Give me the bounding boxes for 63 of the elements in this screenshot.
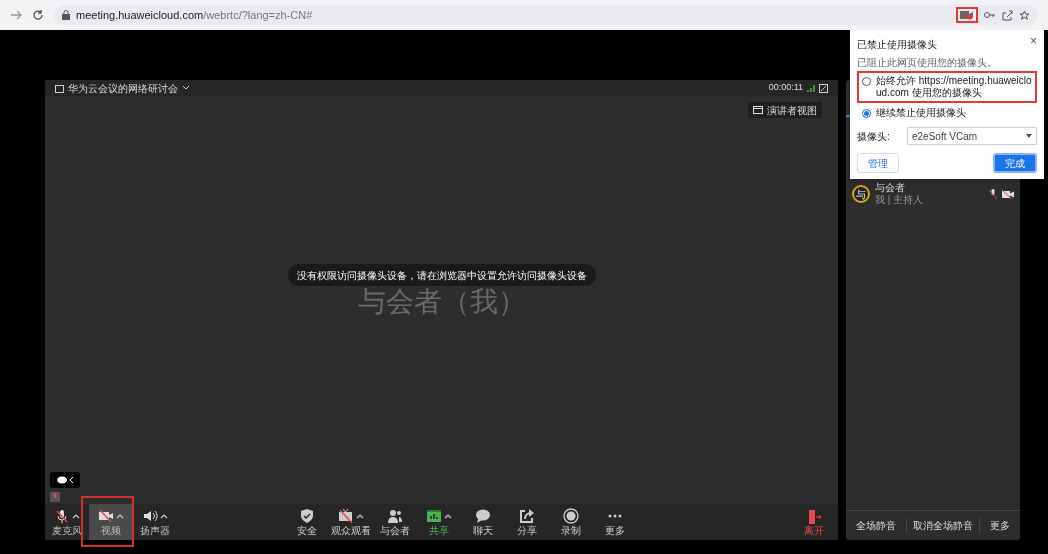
fullscreen-icon[interactable] [819,83,828,93]
address-bar[interactable]: meeting.huaweicloud.com/webrtc/?lang=zh-CN# [54,5,1038,25]
meeting-timer: 00:00:11 [768,81,803,95]
permission-toast: 没有权限访问摄像头设备，请在浏览器中设置允许访问摄像头设备 [287,264,596,286]
toolbar-button[interactable]: 与会者 [373,504,417,540]
radio-label: 始终允许 https://meeting.huaweicloud.com 使用您的摄像头 [876,75,1032,99]
toolbar-button[interactable]: 观众观看 [329,504,373,540]
highlight-frame [81,496,134,547]
radio-label: 继续禁止使用摄像头 [876,107,966,119]
leave-button[interactable]: 离开 [792,504,836,540]
speaker-icon [142,508,158,524]
camera-blocked-icon[interactable] [960,10,974,20]
dialog-button[interactable]: 完成 [993,153,1037,173]
reload-icon[interactable] [32,9,44,21]
meeting-title[interactable]: 华为云会议的网络研讨会 [68,80,178,96]
toolbar-button[interactable]: 更多 [593,504,637,540]
radio-button[interactable] [862,109,871,118]
panel-button[interactable]: 更多 [980,518,1020,533]
panel-button[interactable]: 取消全场静音 [906,518,980,533]
signal-icon [807,84,815,92]
muted-mic-icon[interactable] [989,189,997,199]
participant-name: 与会者 [875,182,906,194]
layout-icon [753,106,763,114]
toolbar-button[interactable]: 视频 [89,504,133,540]
camera-label: 摄像头: [857,129,891,144]
close-button[interactable]: × [1030,35,1037,47]
toolbar-button[interactable]: 录制 [549,504,593,540]
dropdown-arrow-icon [1026,134,1032,138]
back-arrow-icon[interactable] [10,9,22,21]
toolbar-button[interactable]: 安全 [285,504,329,540]
caret-icon[interactable] [356,513,364,519]
camera-off-icon[interactable] [1002,189,1014,199]
camera-off-icon [98,508,114,524]
participant-name-overlay: 与会者（我） [357,286,526,318]
popup-title: 已禁止使用摄像头 [857,38,937,52]
lock-icon [62,10,70,20]
caret-icon[interactable] [444,513,452,519]
toolbar-button[interactable]: 扬声器 [133,504,177,540]
chevron-down-icon[interactable] [182,85,190,91]
caret-icon[interactable] [72,513,80,519]
popup-subtitle: 已阻止此网页使用您的摄像头。 [857,56,998,70]
url-text: meeting.huaweicloud.com/webrtc/?lang=zh-CN# [76,7,313,23]
camera-select[interactable]: e2eSoft VCam [907,127,1037,145]
chat-toggle-button[interactable] [50,472,80,488]
caret-icon[interactable] [160,513,168,519]
participant-role: 我 | 主持人 [875,194,925,206]
muted-mic-icon [54,508,70,524]
bookmark-star-icon[interactable] [1019,9,1030,21]
avatar: 与 [852,185,870,203]
mic-status-icon [50,492,60,502]
chat-bubble-icon [56,475,67,485]
toolbar-button[interactable]: 麦克风 [45,504,89,540]
key-icon[interactable] [984,10,996,20]
toolbar-button[interactable]: 分享 [505,504,549,540]
share-icon[interactable] [1002,9,1013,21]
toolbar-button[interactable]: 聊天 [461,504,505,540]
toolbar-button[interactable]: 共享 [417,504,461,540]
speaker-view-button[interactable]: 演讲者视图 [748,102,822,118]
highlight-frame [956,7,978,23]
dialog-button[interactable]: 管理 [857,153,899,173]
panel-button[interactable]: 全场静音 [846,518,906,533]
chevron-left-icon [68,476,74,484]
caret-icon[interactable] [116,513,124,519]
